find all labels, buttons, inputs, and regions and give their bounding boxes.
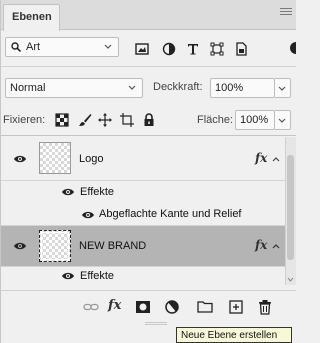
folder-icon[interactable] — [197, 299, 213, 315]
chevron-down-icon — [128, 85, 136, 90]
visibility-eye-icon[interactable] — [61, 271, 75, 281]
layers-scrollbar-thumb[interactable] — [287, 155, 294, 260]
image-filter-icon[interactable] — [135, 42, 149, 56]
effects-label: Effekte — [80, 186, 115, 198]
lock-transparent-pixels-icon[interactable] — [55, 113, 69, 127]
chevron-down-icon[interactable] — [287, 277, 294, 282]
lock-label: Fixieren: — [3, 114, 46, 126]
layer-row-logo[interactable]: Logo fx — [1, 137, 285, 181]
fill-label: Fläche: — [197, 114, 234, 126]
link-layers-icon[interactable] — [83, 299, 99, 315]
shape-filter-icon[interactable] — [210, 42, 224, 56]
fill-input[interactable]: 100% — [235, 110, 275, 130]
chevron-down-icon — [278, 86, 286, 91]
blend-row: Normal Deckkraft: 100% — [1, 72, 296, 104]
add-layer-style-fx-icon[interactable]: fx — [108, 298, 121, 313]
effects-label: Effekte — [80, 270, 115, 282]
artboard-lock-icon[interactable] — [120, 113, 134, 127]
panel-resize-grip[interactable] — [145, 322, 167, 325]
search-icon — [11, 42, 21, 52]
effect-item-row[interactable]: Abgeflachte Kante und Relief — [1, 203, 285, 226]
opacity-dropdown-button[interactable] — [275, 78, 291, 98]
add-mask-icon[interactable] — [135, 299, 151, 315]
filter-row: Art — [1, 30, 296, 67]
chevron-down-icon — [278, 118, 286, 123]
trash-icon[interactable] — [257, 299, 273, 315]
blend-mode-select[interactable]: Normal — [5, 78, 143, 98]
move-lock-icon[interactable] — [98, 113, 112, 127]
tooltip: Neue Ebene erstellen — [176, 327, 292, 343]
panel-tabbar: Ebenen — [1, 0, 296, 31]
visibility-eye-icon[interactable] — [61, 187, 75, 197]
effect-name: Abgeflachte Kante und Relief — [99, 208, 242, 220]
lock-all-icon[interactable] — [142, 113, 156, 127]
smart-object-filter-icon[interactable] — [234, 42, 248, 56]
type-filter-icon[interactable] — [186, 42, 200, 56]
layers-list: Logo fx Effekte Abgeflachte Kante und Re… — [1, 137, 285, 285]
opacity-input[interactable]: 100% — [210, 78, 275, 98]
chevron-up-icon[interactable] — [272, 243, 280, 249]
lock-row: Fixieren: Fläche: 100% — [1, 104, 296, 136]
adjustment-layer-icon[interactable] — [164, 299, 180, 315]
visibility-eye-icon[interactable] — [13, 241, 27, 251]
visibility-eye-icon[interactable] — [81, 210, 95, 220]
visibility-eye-icon[interactable] — [13, 154, 27, 164]
layers-panel: Ebenen Art Normal Deckkraft: 100% Fixier… — [0, 0, 296, 343]
layer-name[interactable]: Logo — [79, 153, 103, 165]
brush-lock-icon[interactable] — [78, 113, 92, 127]
layer-row-new-brand[interactable]: NEW BRAND fx — [1, 226, 285, 267]
layer-thumbnail — [39, 142, 71, 174]
effects-row[interactable]: Effekte — [1, 267, 285, 285]
layers-toolbar: fx — [1, 290, 296, 320]
tab-layers[interactable]: Ebenen — [3, 4, 60, 31]
blend-mode-value: Normal — [10, 82, 46, 94]
chevron-down-icon — [104, 44, 112, 49]
filter-toggle-switch[interactable] — [290, 42, 296, 54]
effects-row[interactable]: Effekte — [1, 181, 285, 203]
filter-kind-label: Art — [26, 41, 41, 53]
panel-menu-icon[interactable] — [280, 8, 292, 18]
layer-name[interactable]: NEW BRAND — [79, 240, 146, 252]
opacity-label: Deckkraft: — [153, 81, 203, 93]
layer-effects-fx-icon[interactable]: fx — [255, 238, 267, 252]
filter-kind-select[interactable]: Art — [5, 37, 119, 57]
layer-effects-fx-icon[interactable]: fx — [255, 151, 267, 165]
new-layer-icon[interactable] — [228, 299, 244, 315]
layer-thumbnail — [39, 230, 71, 262]
adjustment-filter-icon[interactable] — [162, 42, 176, 56]
fill-dropdown-button[interactable] — [275, 110, 291, 130]
chevron-up-icon[interactable] — [272, 156, 280, 162]
